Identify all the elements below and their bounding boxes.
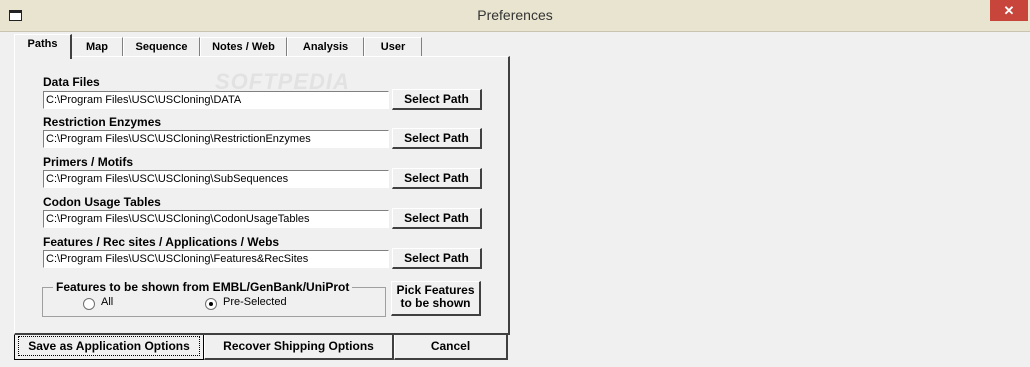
close-button[interactable]: ✕: [990, 0, 1028, 21]
pick-features-line2: to be shown: [400, 296, 471, 310]
data-files-select-path-button[interactable]: Select Path: [392, 89, 482, 110]
codon-usage-tables-path-field[interactable]: C:\Program Files\USC\USCloning\CodonUsag…: [43, 210, 389, 228]
restriction-enzymes-path-field[interactable]: C:\Program Files\USC\USCloning\Restricti…: [43, 130, 389, 148]
primers-motifs-label: Primers / Motifs: [43, 155, 134, 169]
cancel-button-label: Cancel: [430, 339, 471, 353]
pick-features-button[interactable]: Pick Features to be shown: [391, 281, 481, 316]
primers-motifs-select-path-button[interactable]: Select Path: [392, 168, 482, 189]
codon-usage-tables-label: Codon Usage Tables: [43, 195, 161, 209]
codon-usage-tables-select-path-button[interactable]: Select Path: [392, 208, 482, 229]
title-bar: Preferences ✕: [0, 0, 1030, 32]
dialog-client-area: Paths Map Sequence Notes / Web Analysis …: [0, 32, 1030, 367]
tab-user[interactable]: User: [364, 37, 422, 57]
features-recsites-select-path-button[interactable]: Select Path: [392, 248, 482, 269]
features-source-group: Features to be shown from EMBL/GenBank/U…: [42, 280, 386, 317]
tab-notes-web[interactable]: Notes / Web: [200, 37, 287, 57]
watermark-text: SOFTPEDIA: [215, 69, 350, 94]
radio-all-label: All: [101, 296, 114, 308]
restriction-enzymes-label: Restriction Enzymes: [43, 115, 162, 129]
cancel-button[interactable]: Cancel: [394, 332, 508, 360]
tab-map[interactable]: Map: [71, 37, 123, 57]
recover-button-label: Recover Shipping Options: [223, 339, 374, 353]
restriction-enzymes-select-path-button[interactable]: Select Path: [392, 128, 482, 149]
window-title: Preferences: [477, 7, 553, 23]
radio-preselected[interactable]: [205, 298, 217, 310]
radio-preselected-label: Pre-Selected: [223, 296, 287, 308]
save-button-label: Save as Application Options: [28, 339, 190, 353]
tab-analysis[interactable]: Analysis: [287, 37, 364, 57]
features-recsites-path-field[interactable]: C:\Program Files\USC\USCloning\Features&…: [43, 250, 389, 268]
features-recsites-label: Features / Rec sites / Applications / We…: [43, 235, 280, 249]
primers-motifs-path-field[interactable]: C:\Program Files\USC\USCloning\SubSequen…: [43, 170, 389, 188]
tab-paths[interactable]: Paths: [14, 34, 72, 59]
save-application-options-button[interactable]: Save as Application Options: [14, 332, 204, 360]
radio-all[interactable]: [83, 298, 95, 310]
features-group-label: Features to be shown from EMBL/GenBank/U…: [53, 280, 353, 294]
data-files-label: Data Files: [43, 75, 100, 89]
tab-sequence[interactable]: Sequence: [123, 37, 200, 57]
recover-shipping-options-button[interactable]: Recover Shipping Options: [204, 332, 394, 360]
